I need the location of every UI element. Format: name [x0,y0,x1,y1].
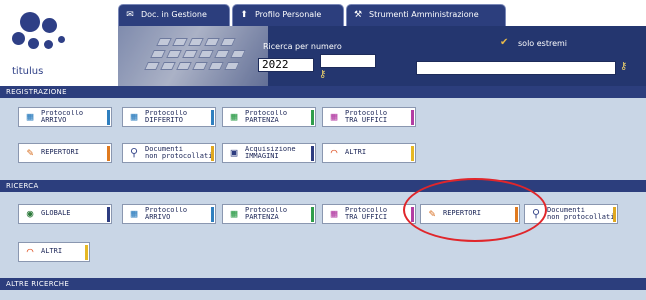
button-label: Acquisizione IMMAGINI [245,145,296,160]
protocol-arrival-icon: ▦ [26,110,34,123]
rainbow-icon: ◠ [26,245,34,258]
search-banner: Ricerca per numero 2022 ⚷ ✔ solo estremi… [118,26,646,86]
color-stripe [411,146,414,161]
tab-strumenti-amministrazione[interactable]: ⚒ Strumenti Amministrazione [346,4,506,26]
button-label: REPERTORI [41,149,79,157]
button-label: Protocollo PARTENZA [245,109,288,124]
button-label: Protocollo ARRIVO [41,109,84,124]
key-icon[interactable]: ⚷ [319,69,326,80]
button-label: Documenti non protocollati [547,206,613,221]
color-stripe [107,110,110,125]
button-label: Protocollo ARRIVO [145,206,188,221]
logo-dot [20,12,40,32]
envelope-icon: ✉ [126,10,134,20]
key-icon[interactable]: ⚷ [620,61,627,72]
logo-text: titulus [12,66,44,77]
keyboard-image [118,26,268,86]
year-input[interactable]: 2022 [258,58,314,72]
color-stripe [211,207,214,222]
registrazione-acquisizione-immagini-button[interactable]: ▣ Acquisizione IMMAGINI [222,143,316,163]
logo: titulus [0,0,128,86]
ricerca-panel: ◉ GLOBALE ▦ Protocollo ARRIVO ▦ Protocol… [0,192,646,278]
section-altre-ricerche: ALTRE RICERCHE [0,278,646,290]
color-stripe [411,110,414,125]
number-input[interactable] [320,54,376,68]
logo-dot [28,38,39,49]
highlight-annotation [403,178,547,242]
tools-icon: ⚒ [353,10,363,20]
search-number-label: Ricerca per numero [263,42,342,51]
protocol-arrival-icon: ▦ [130,207,138,220]
registrazione-protocollo-partenza-button[interactable]: ▦ Protocollo PARTENZA [222,107,316,127]
registrazione-protocollo-differito-button[interactable]: ▦ Protocollo DIFFERITO [122,107,216,127]
ricerca-altri-button[interactable]: ◠ ALTRI [18,242,90,262]
color-stripe [211,146,214,161]
registrazione-panel: ▦ Protocollo ARRIVO ▦ Protocollo DIFFERI… [0,98,646,180]
solo-estremi-label: solo estremi [518,39,567,48]
ricerca-protocollo-partenza-button[interactable]: ▦ Protocollo PARTENZA [222,204,316,224]
logo-dot [58,36,65,43]
image-acquisition-icon: ▣ [230,146,238,159]
tab-doc-in-gestione[interactable]: ✉ Doc. in Gestione [118,4,230,26]
globe-icon: ◉ [26,207,34,220]
logo-dot [42,18,57,33]
button-label: Documenti non protocollati [145,145,211,160]
altre-ricerche-panel [0,290,646,300]
registrazione-altri-button[interactable]: ◠ ALTRI [322,143,416,163]
rainbow-icon: ◠ [330,146,338,159]
button-label: ALTRI [345,149,367,157]
logo-dot [44,40,53,49]
registrazione-documenti-non-protocollati-button[interactable]: ⚲ Documenti non protocollati [122,143,216,163]
tab-profilo-personale[interactable]: ⬆ Profilo Personale [232,4,344,26]
logo-dot [12,32,25,45]
button-label: ALTRI [41,248,63,256]
extremes-input[interactable] [416,61,616,75]
tab-label: Doc. in Gestione [141,10,207,19]
section-ricerca: RICERCA [0,180,646,192]
tab-label: Strumenti Amministrazione [369,10,479,19]
repertori-icon: ✎ [26,146,34,159]
color-stripe [311,110,314,125]
section-registrazione: REGISTRAZIONE [0,86,646,98]
color-stripe [613,207,616,222]
registrazione-protocollo-arrivo-button[interactable]: ▦ Protocollo ARRIVO [18,107,112,127]
protocol-internal-icon: ▦ [330,110,338,123]
protocol-internal-icon: ▦ [330,207,338,220]
person-icon: ⬆ [240,10,248,20]
checkmark-icon[interactable]: ✔ [500,37,508,48]
protocol-deferred-icon: ▦ [130,110,138,123]
button-label: Protocollo TRA UFFICI [345,109,388,124]
registrazione-protocollo-tra-uffici-button[interactable]: ▦ Protocollo TRA UFFICI [322,107,416,127]
button-label: GLOBALE [41,210,71,218]
registrazione-repertori-button[interactable]: ✎ REPERTORI [18,143,112,163]
color-stripe [311,146,314,161]
color-stripe [107,146,110,161]
paperclip-icon: ⚲ [129,146,139,159]
button-label: Protocollo DIFFERITO [145,109,188,124]
ricerca-protocollo-arrivo-button[interactable]: ▦ Protocollo ARRIVO [122,204,216,224]
protocol-departure-icon: ▦ [230,207,238,220]
color-stripe [211,110,214,125]
button-label: Protocollo PARTENZA [245,206,288,221]
tab-label: Profilo Personale [255,10,322,19]
color-stripe [311,207,314,222]
color-stripe [107,207,110,222]
ricerca-protocollo-tra-uffici-button[interactable]: ▦ Protocollo TRA UFFICI [322,204,416,224]
button-label: Protocollo TRA UFFICI [345,206,388,221]
ricerca-globale-button[interactable]: ◉ GLOBALE [18,204,112,224]
color-stripe [85,245,88,260]
protocol-departure-icon: ▦ [230,110,238,123]
tab-bar: ✉ Doc. in Gestione ⬆ Profilo Personale ⚒… [110,0,646,27]
